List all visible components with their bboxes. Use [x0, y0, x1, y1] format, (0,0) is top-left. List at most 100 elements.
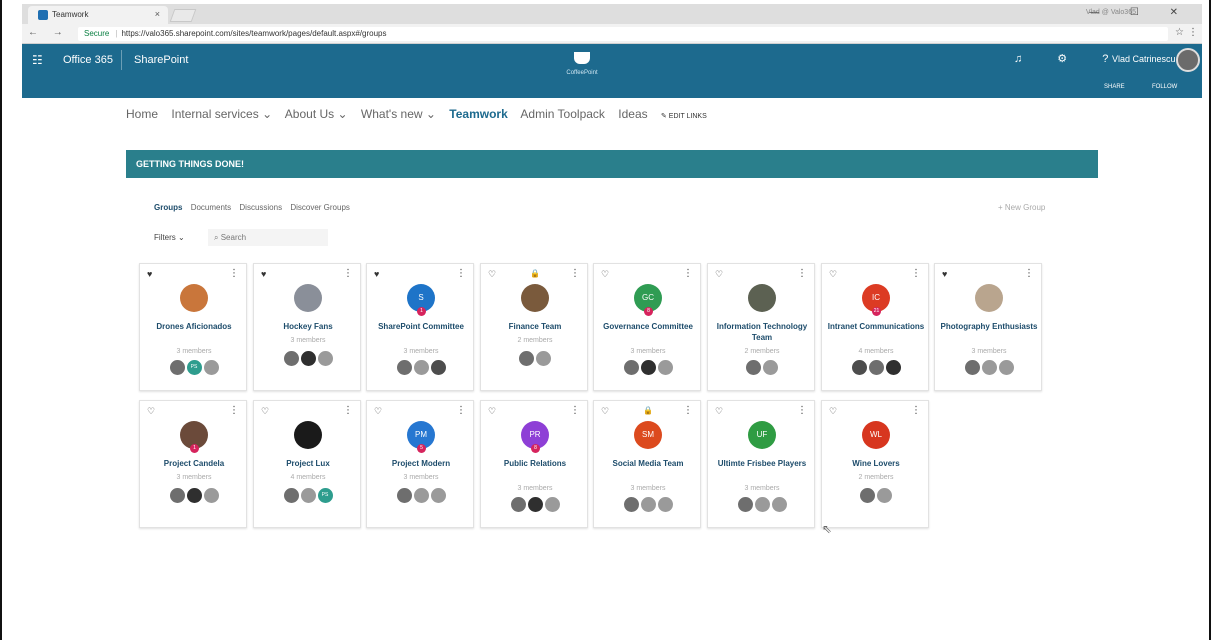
- member-avatar[interactable]: [510, 497, 526, 512]
- more-options-icon[interactable]: ⋮: [683, 268, 693, 279]
- member-avatar[interactable]: PS: [317, 488, 333, 503]
- more-options-icon[interactable]: ⋮: [797, 405, 807, 416]
- group-card[interactable]: ♡ ⋮ PM 5 Project Modern 3 members: [366, 400, 474, 528]
- group-card[interactable]: ♡ ⋮ WL Wine Lovers 2 members: [821, 400, 929, 528]
- favorite-heart-icon[interactable]: ♡: [601, 269, 609, 280]
- favorite-heart-filled-icon[interactable]: ♥: [147, 269, 152, 279]
- member-avatar[interactable]: [623, 497, 639, 512]
- member-avatar[interactable]: [657, 360, 673, 375]
- favorite-heart-filled-icon[interactable]: ♥: [261, 269, 266, 279]
- group-avatar[interactable]: UF: [748, 421, 776, 449]
- member-avatar[interactable]: [283, 488, 299, 503]
- sharepoint-link[interactable]: SharePoint: [134, 54, 188, 66]
- group-avatar[interactable]: [521, 284, 549, 312]
- share-button[interactable]: SHARE: [1104, 84, 1125, 90]
- group-avatar[interactable]: SM: [634, 421, 662, 449]
- filters-dropdown[interactable]: Filters ⌄: [154, 233, 185, 242]
- more-options-icon[interactable]: ⋮: [1024, 268, 1034, 279]
- member-avatar[interactable]: [169, 488, 185, 503]
- follow-button[interactable]: FOLLOW: [1152, 84, 1177, 90]
- favorite-heart-filled-icon[interactable]: ♥: [374, 269, 379, 279]
- member-avatar[interactable]: [877, 488, 892, 503]
- member-avatar[interactable]: [300, 488, 316, 503]
- favorite-heart-filled-icon[interactable]: ♥: [942, 269, 947, 279]
- member-avatar[interactable]: [536, 351, 551, 366]
- member-avatar[interactable]: [771, 497, 787, 512]
- group-name[interactable]: Project Lux: [258, 458, 358, 469]
- member-avatar[interactable]: [519, 351, 534, 366]
- more-options-icon[interactable]: ⋮: [456, 405, 466, 416]
- member-avatar[interactable]: [169, 360, 185, 375]
- member-avatar[interactable]: [396, 360, 412, 375]
- favorite-heart-icon[interactable]: ♡: [261, 406, 269, 417]
- member-avatar[interactable]: [527, 497, 543, 512]
- user-avatar[interactable]: [1176, 48, 1200, 72]
- member-avatar[interactable]: [544, 497, 560, 512]
- more-options-icon[interactable]: ⋮: [229, 405, 239, 416]
- member-avatar[interactable]: [396, 488, 412, 503]
- group-avatar[interactable]: [294, 284, 322, 312]
- member-avatar[interactable]: [964, 360, 980, 375]
- more-options-icon[interactable]: ⋮: [797, 268, 807, 279]
- app-launcher-icon[interactable]: ☷: [32, 53, 43, 67]
- tab-documents[interactable]: Documents: [191, 203, 231, 212]
- group-name[interactable]: Intranet Communications: [826, 321, 926, 332]
- group-card[interactable]: ♥ ⋮ S 1 SharePoint Committee 3 members: [366, 263, 474, 391]
- member-avatar[interactable]: [186, 488, 202, 503]
- group-name[interactable]: Finance Team: [485, 321, 585, 332]
- member-avatar[interactable]: [430, 488, 446, 503]
- member-avatar[interactable]: [413, 360, 429, 375]
- member-avatar[interactable]: [998, 360, 1014, 375]
- more-options-icon[interactable]: ⋮: [911, 405, 921, 416]
- favorite-heart-icon[interactable]: ♡: [488, 269, 496, 280]
- group-avatar[interactable]: [748, 284, 776, 312]
- group-avatar[interactable]: WL: [862, 421, 890, 449]
- group-name[interactable]: Wine Lovers: [826, 458, 926, 469]
- nav-item-admin-toolpack[interactable]: Admin Toolpack: [520, 107, 605, 121]
- more-options-icon[interactable]: ⋮: [570, 405, 580, 416]
- suite-action-icons[interactable]: ♫ ⚙ ?: [1014, 52, 1124, 65]
- url-field[interactable]: Secure | https://valo365.sharepoint.com/si…: [78, 27, 1168, 41]
- member-avatar[interactable]: [860, 488, 875, 503]
- group-card[interactable]: ♡ ⋮ Information Technology Team 2 members: [707, 263, 815, 391]
- favorite-heart-icon[interactable]: ♡: [715, 269, 723, 280]
- group-name[interactable]: Governance Committee: [598, 321, 698, 332]
- group-card[interactable]: ♡ ⋮ IC 21 Intranet Communications 4 members: [821, 263, 929, 391]
- nav-item-whats-new[interactable]: What's new ⌄: [361, 107, 436, 121]
- more-options-icon[interactable]: ⋮: [911, 268, 921, 279]
- member-avatar[interactable]: [317, 351, 333, 366]
- group-name[interactable]: Public Relations: [485, 458, 585, 469]
- group-avatar[interactable]: [180, 284, 208, 312]
- nav-item-about-us[interactable]: About Us ⌄: [285, 107, 348, 121]
- favorite-heart-icon[interactable]: ♡: [829, 406, 837, 417]
- group-card[interactable]: ♡ ⋮ UF Ultimte Frisbee Players 3 members: [707, 400, 815, 528]
- group-card[interactable]: ♡ ⋮ GC 8 Governance Committee 3 members: [593, 263, 701, 391]
- site-logo[interactable]: CoffeePoint: [552, 52, 612, 76]
- group-card[interactable]: ♡ ⋮ 1 Project Candela 3 members: [139, 400, 247, 528]
- nav-item-ideas[interactable]: Ideas: [618, 107, 647, 121]
- group-name[interactable]: Project Modern: [371, 458, 471, 469]
- group-card[interactable]: ♥ ⋮ Drones Aficionados 3 members PS: [139, 263, 247, 391]
- new-tab-button[interactable]: [169, 9, 197, 22]
- more-options-icon[interactable]: ⋮: [570, 268, 580, 279]
- favorite-heart-icon[interactable]: ♡: [147, 406, 155, 417]
- group-card[interactable]: ♡ 🔒 ⋮ SM Social Media Team 3 members: [593, 400, 701, 528]
- group-name[interactable]: SharePoint Committee: [371, 321, 471, 332]
- member-avatar[interactable]: [746, 360, 761, 375]
- favorite-heart-icon[interactable]: ♡: [829, 269, 837, 280]
- member-avatar[interactable]: [623, 360, 639, 375]
- member-avatar[interactable]: PS: [186, 360, 202, 375]
- group-name[interactable]: Ultimte Frisbee Players: [712, 458, 812, 469]
- search-input[interactable]: ⌕ Search: [208, 229, 328, 246]
- group-avatar[interactable]: [975, 284, 1003, 312]
- member-avatar[interactable]: [203, 488, 219, 503]
- group-avatar[interactable]: [294, 421, 322, 449]
- member-avatar[interactable]: [283, 351, 299, 366]
- nav-item-home[interactable]: Home: [126, 107, 158, 121]
- more-options-icon[interactable]: ⋮: [683, 405, 693, 416]
- member-avatar[interactable]: [640, 360, 656, 375]
- close-tab-icon[interactable]: ×: [155, 9, 160, 19]
- member-avatar[interactable]: [868, 360, 884, 375]
- member-avatar[interactable]: [981, 360, 997, 375]
- nav-item-internal-services[interactable]: Internal services ⌄: [171, 107, 272, 121]
